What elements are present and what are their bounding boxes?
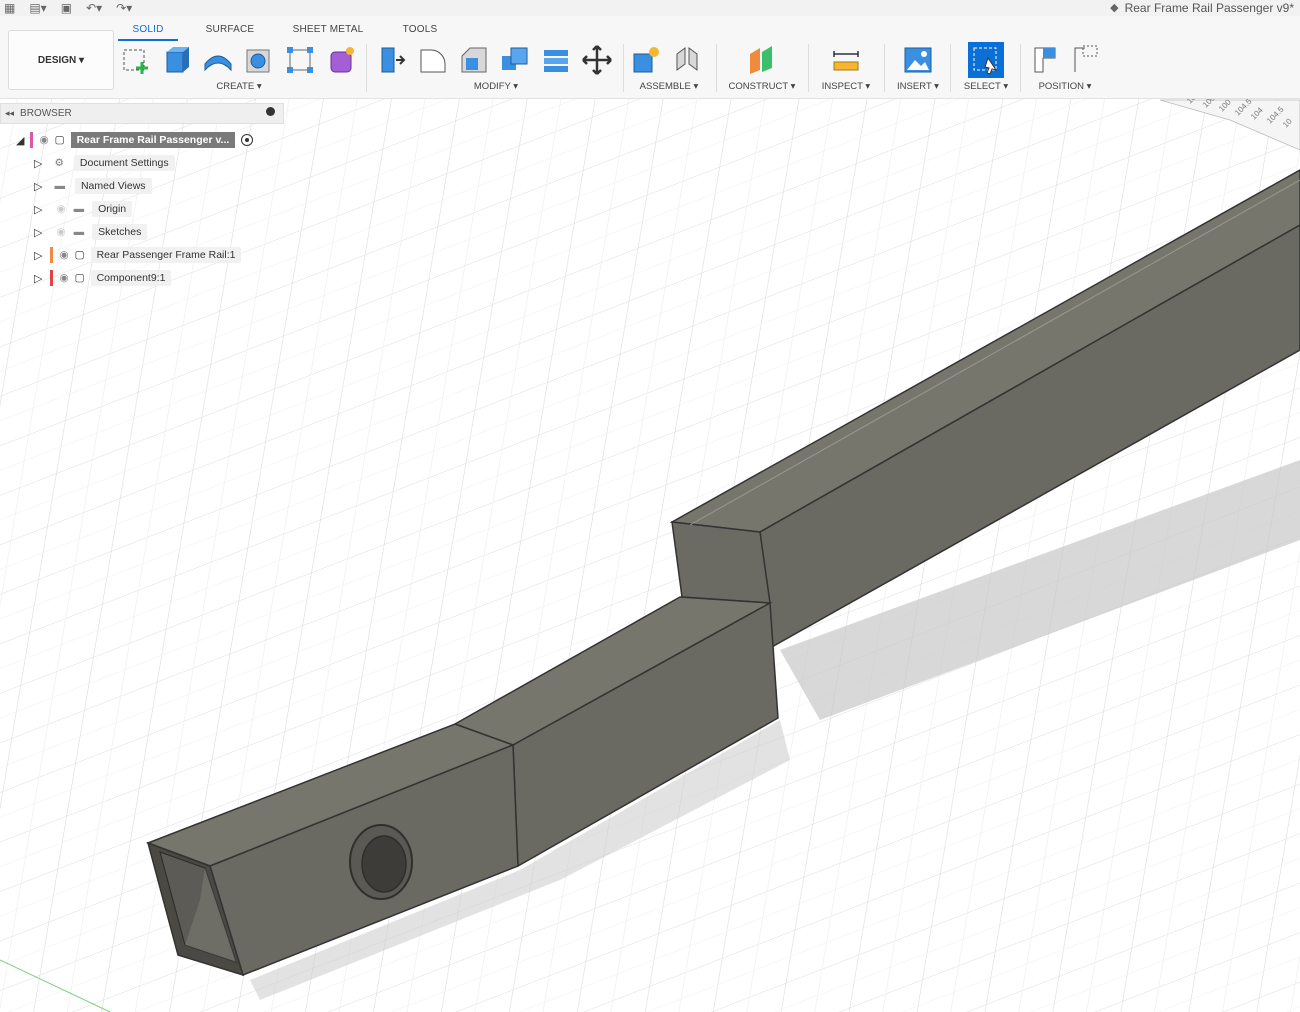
save-icon[interactable]: ▣ <box>61 1 72 15</box>
browser-item-sketches[interactable]: ▷ ◉ ▬ Sketches <box>34 222 148 242</box>
browser-item-origin[interactable]: ▷ ◉ ▬ Origin <box>34 199 133 219</box>
group-position: POSITION ▾ <box>1028 42 1102 96</box>
body-icon: ▢ <box>74 272 85 284</box>
measure-icon[interactable] <box>828 42 864 78</box>
expand-triangle-icon[interactable]: ▷ <box>34 226 42 239</box>
tab-tools[interactable]: TOOLS <box>374 20 466 41</box>
hidden-eye-icon[interactable]: ◉ <box>56 226 65 238</box>
browser-header: ◂◂ BROWSER <box>0 103 284 124</box>
extrude-icon[interactable] <box>159 42 195 78</box>
toolbar-separator <box>950 44 951 92</box>
app-bar: ▦ ▤▾ ▣ ↶▾ ↷▾ ◆ Rear Frame Rail Passenger… <box>0 0 1300 16</box>
revolve-icon[interactable] <box>200 42 236 78</box>
document-title: ◆ Rear Frame Rail Passenger v9* <box>1110 1 1294 15</box>
collapse-triangle-icon[interactable]: ◢ <box>16 134 24 147</box>
browser-root[interactable]: ◢ ◉ ▢ Rear Frame Rail Passenger v... <box>16 130 254 150</box>
move-icon[interactable] <box>579 42 615 78</box>
expand-triangle-icon[interactable]: ▷ <box>34 157 42 170</box>
rectangular-pattern-icon[interactable] <box>282 42 318 78</box>
expand-triangle-icon[interactable]: ▷ <box>34 272 42 285</box>
toolbar-separator <box>623 44 624 92</box>
toolbar-separator <box>884 44 885 92</box>
browser-panel: ◂◂ BROWSER ◢ ◉ ▢ Rear Frame Rail Passeng… <box>0 103 286 287</box>
root-component-label: Rear Frame Rail Passenger v... <box>70 132 236 148</box>
press-pull-icon[interactable] <box>374 42 410 78</box>
capture-position-icon[interactable] <box>1028 42 1063 78</box>
group-construct: CONSTRUCT ▾ <box>724 42 800 96</box>
toolbar-separator <box>808 44 809 92</box>
new-component-icon[interactable] <box>628 42 664 78</box>
eye-icon[interactable]: ◉ <box>59 272 68 284</box>
group-inspect: INSPECT ▾ <box>816 42 876 96</box>
collapse-panel-icon[interactable]: ◂◂ <box>5 108 14 119</box>
assembly-icon: ▢ <box>54 134 65 146</box>
ribbon-toolbar: DESIGN ▾ SOLID SURFACE SHEET METAL TOOLS… <box>0 16 1300 99</box>
group-select: SELECT ▾ <box>958 42 1014 96</box>
grid-menu-icon[interactable]: ▦ <box>4 1 15 15</box>
gear-icon: ⚙ <box>54 157 64 169</box>
redo-icon[interactable]: ↷▾ <box>116 1 132 15</box>
hole-icon[interactable] <box>241 42 277 78</box>
undo-icon[interactable]: ↶▾ <box>86 1 102 15</box>
create-form-icon[interactable] <box>323 42 359 78</box>
group-assemble: ASSEMBLE ▾ <box>628 42 710 96</box>
component-icon: ▢ <box>74 249 85 261</box>
folder-icon: ▬ <box>73 226 85 238</box>
toolbar-separator <box>366 44 367 92</box>
group-insert: INSERT ▾ <box>892 42 944 96</box>
chamfer-icon[interactable] <box>456 42 492 78</box>
eye-icon[interactable]: ◉ <box>59 249 68 261</box>
offset-plane-icon[interactable] <box>744 42 780 78</box>
expand-triangle-icon[interactable]: ▷ <box>34 203 42 216</box>
eye-icon[interactable]: ◉ <box>39 134 48 146</box>
fillet-icon[interactable] <box>415 42 451 78</box>
toolbar-separator <box>716 44 717 92</box>
browser-item-component9[interactable]: ▷ ◉ ▢ Component9:1 <box>34 268 172 288</box>
select-icon[interactable] <box>968 42 1004 78</box>
expand-triangle-icon[interactable]: ▷ <box>34 249 42 262</box>
create-sketch-icon[interactable] <box>118 42 154 78</box>
toolbar-separator <box>1020 44 1021 92</box>
hidden-eye-icon[interactable]: ◉ <box>56 203 65 215</box>
folder-icon: ▬ <box>54 180 65 192</box>
tab-sheet-metal[interactable]: SHEET METAL <box>282 20 374 41</box>
file-icon[interactable]: ▤▾ <box>29 1 46 15</box>
color-swatch <box>50 270 54 286</box>
color-swatch <box>50 247 54 263</box>
color-swatch <box>30 132 34 148</box>
quick-access-toolbar: ▦ ▤▾ ▣ ↶▾ ↷▾ <box>4 0 132 16</box>
joint-icon[interactable] <box>669 42 705 78</box>
folder-icon: ▬ <box>73 203 85 215</box>
browser-item-rear-passenger-frame-rail[interactable]: ▷ ◉ ▢ Rear Passenger Frame Rail:1 <box>34 245 242 265</box>
tab-solid[interactable]: SOLID <box>118 20 178 41</box>
combine-icon[interactable] <box>538 42 574 78</box>
tab-surface[interactable]: SURFACE <box>178 20 282 41</box>
revert-position-icon[interactable] <box>1068 42 1103 78</box>
browser-item-document-settings[interactable]: ▷ ⚙ Document Settings <box>34 153 175 173</box>
group-modify: MODIFY ▾ <box>374 42 618 96</box>
insert-image-icon[interactable] <box>900 42 936 78</box>
workspace-switcher[interactable]: DESIGN ▾ <box>8 30 114 90</box>
pin-icon[interactable] <box>266 107 275 116</box>
activate-radio-icon[interactable] <box>241 134 254 146</box>
browser-item-named-views[interactable]: ▷ ▬ Named Views <box>34 176 152 196</box>
cube-icon: ◆ <box>1110 2 1119 14</box>
shell-icon[interactable] <box>497 42 533 78</box>
ribbon-tabs: SOLID SURFACE SHEET METAL TOOLS <box>118 20 466 41</box>
group-create: CREATE ▾ <box>118 42 360 96</box>
expand-triangle-icon[interactable]: ▷ <box>34 180 42 193</box>
